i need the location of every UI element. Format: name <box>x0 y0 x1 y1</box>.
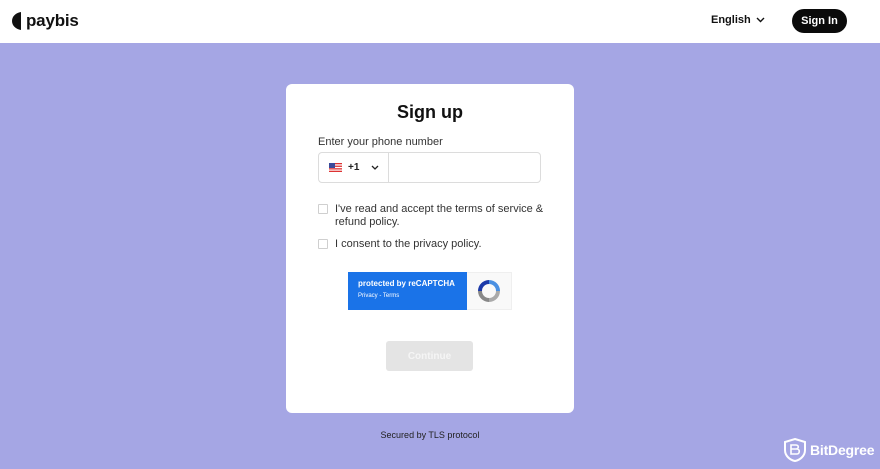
us-flag-icon <box>329 163 342 172</box>
bitdegree-watermark: BitDegree <box>784 438 875 462</box>
recaptcha-widget[interactable]: protected by reCAPTCHA Privacy - Terms <box>348 272 512 310</box>
recaptcha-badge: protected by reCAPTCHA Privacy - Terms <box>348 272 467 310</box>
phone-field-group: +1 <box>318 152 541 183</box>
recaptcha-logo <box>467 272 512 310</box>
country-code: +1 <box>348 162 360 173</box>
country-code-selector[interactable]: +1 <box>319 153 389 182</box>
phone-input[interactable] <box>389 153 540 182</box>
paybis-logo[interactable]: paybis <box>12 11 79 31</box>
page-title: Sign up <box>397 102 463 122</box>
top-header: paybis English Sign In <box>0 0 880 43</box>
language-label: English <box>711 14 751 26</box>
signup-card: Sign up Enter your phone number +1 I've … <box>286 84 574 413</box>
sign-in-button[interactable]: Sign In <box>792 9 847 33</box>
language-selector[interactable]: English <box>711 14 765 26</box>
bitdegree-shield-icon <box>784 438 806 462</box>
continue-button[interactable]: Continue <box>386 341 473 371</box>
chevron-down-icon <box>756 17 765 23</box>
recaptcha-protected-text: protected by reCAPTCHA <box>358 279 455 288</box>
recaptcha-icon <box>478 280 500 302</box>
paybis-logo-icon <box>12 12 21 30</box>
privacy-row: I consent to the privacy policy. <box>318 238 545 251</box>
privacy-checkbox[interactable] <box>318 239 328 249</box>
logo-text: paybis <box>26 11 79 30</box>
privacy-label: I consent to the privacy policy. <box>335 238 482 250</box>
recaptcha-links[interactable]: Privacy - Terms <box>358 293 467 299</box>
secured-note: Secured by TLS protocol <box>380 430 480 440</box>
terms-label: I've read and accept the terms of servic… <box>335 203 544 228</box>
terms-checkbox[interactable] <box>318 204 328 214</box>
bitdegree-text: BitDegree <box>810 442 875 458</box>
phone-label: Enter your phone number <box>318 136 443 148</box>
chevron-down-icon <box>371 165 379 170</box>
terms-row: I've read and accept the terms of servic… <box>318 203 545 229</box>
